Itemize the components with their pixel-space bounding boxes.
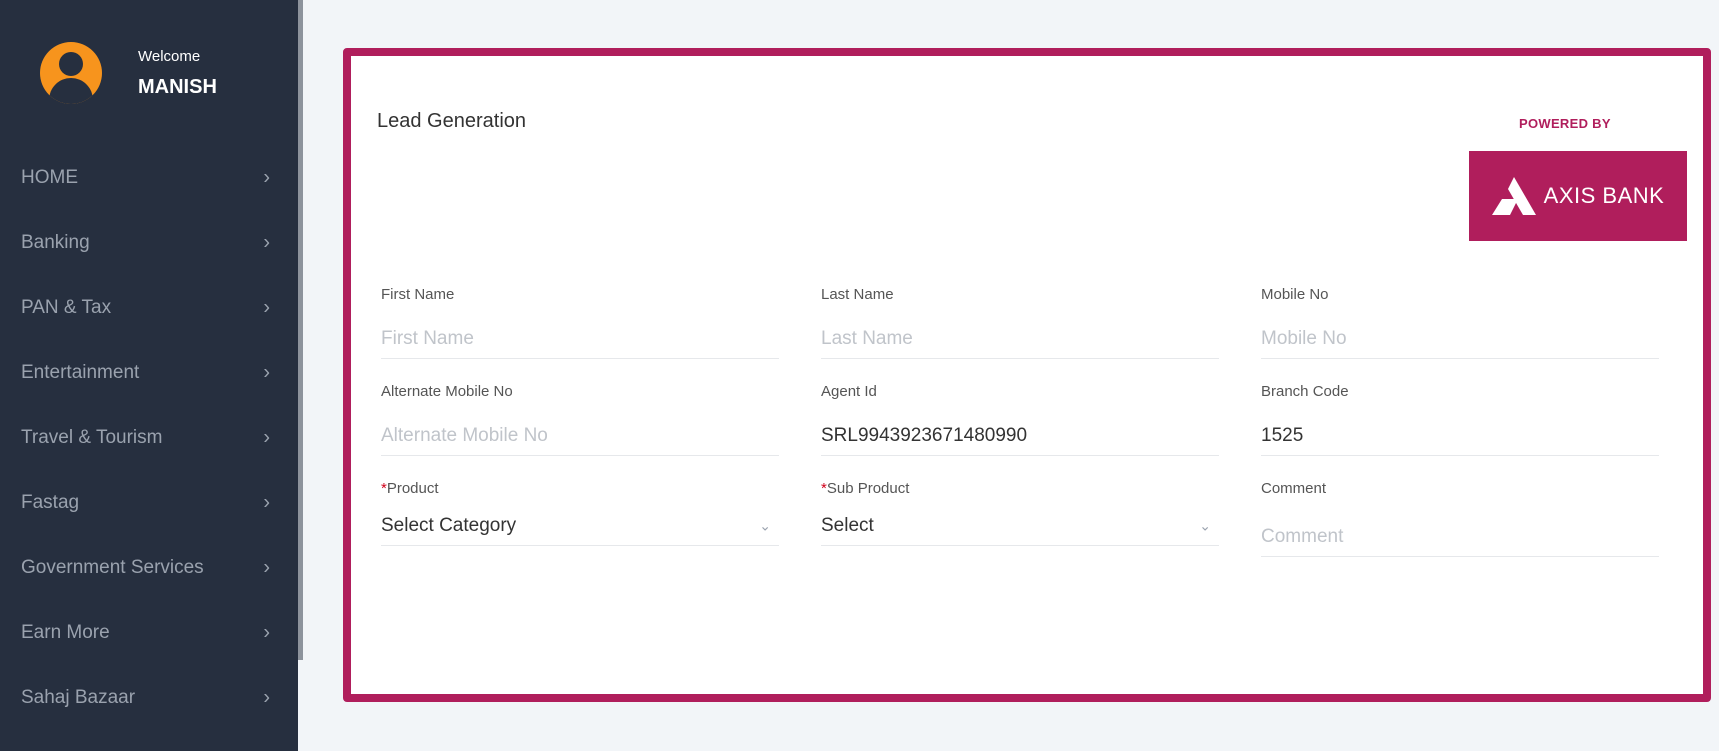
sidebar-item-label: Fastag bbox=[21, 491, 80, 513]
chevron-right-icon: › bbox=[263, 296, 270, 318]
chevron-right-icon: › bbox=[263, 621, 270, 643]
comment-field: Comment Comment bbox=[1261, 480, 1659, 557]
sidebar-item-label: Banking bbox=[21, 231, 90, 253]
sidebar-item-earn-more[interactable]: Earn More › bbox=[0, 600, 298, 665]
comment-input[interactable]: Comment bbox=[1261, 517, 1659, 557]
sub-product-select[interactable]: Select ⌄ bbox=[821, 506, 1219, 546]
sub-product-field: *Sub Product Select ⌄ bbox=[821, 480, 1219, 546]
last-name-label: Last Name bbox=[821, 286, 894, 303]
branch-code-input[interactable]: 1525 bbox=[1261, 416, 1659, 456]
alternate-mobile-field: Alternate Mobile No Alternate Mobile No bbox=[381, 383, 779, 456]
product-selected-value: Select Category bbox=[381, 514, 517, 536]
sub-product-label: *Sub Product bbox=[821, 480, 910, 497]
sidebar-item-entertainment[interactable]: Entertainment › bbox=[0, 340, 298, 405]
first-name-label: First Name bbox=[381, 286, 455, 303]
welcome-text: Welcome bbox=[138, 48, 201, 65]
chevron-down-icon: ⌄ bbox=[759, 517, 771, 533]
first-name-field: First Name First Name bbox=[381, 286, 779, 359]
sidebar-item-label: Government Services bbox=[21, 556, 204, 578]
lead-generation-card: Lead Generation POWERED BY AXIS BANK Fir… bbox=[343, 48, 1711, 702]
user-name: MANISH bbox=[138, 76, 217, 98]
last-name-input[interactable]: Last Name bbox=[821, 319, 1219, 359]
chevron-right-icon: › bbox=[263, 231, 270, 253]
mobile-input[interactable]: Mobile No bbox=[1261, 319, 1659, 359]
alternate-mobile-label: Alternate Mobile No bbox=[381, 383, 513, 400]
sidebar-item-label: Travel & Tourism bbox=[21, 426, 163, 448]
brand-name: AXIS BANK bbox=[1543, 183, 1665, 208]
mobile-label: Mobile No bbox=[1261, 286, 1329, 303]
sidebar-item-pan-tax[interactable]: PAN & Tax › bbox=[0, 275, 298, 340]
axis-bank-logo: AXIS BANK bbox=[1469, 151, 1687, 241]
chevron-right-icon: › bbox=[263, 556, 270, 578]
last-name-field: Last Name Last Name bbox=[821, 286, 1219, 359]
sidebar-item-fastag[interactable]: Fastag › bbox=[0, 470, 298, 535]
chevron-right-icon: › bbox=[263, 426, 270, 448]
branch-code-label: Branch Code bbox=[1261, 383, 1349, 400]
sidebar-item-label: Earn More bbox=[21, 621, 110, 643]
sidebar-item-label: HOME bbox=[21, 166, 78, 188]
sidebar-item-sahaj-bazaar[interactable]: Sahaj Bazaar › bbox=[0, 665, 298, 730]
sidebar-item-banking[interactable]: Banking › bbox=[0, 210, 298, 275]
product-label: *Product bbox=[381, 480, 439, 497]
mobile-field: Mobile No Mobile No bbox=[1261, 286, 1659, 359]
chevron-right-icon: › bbox=[263, 361, 270, 383]
agent-id-label: Agent Id bbox=[821, 383, 877, 400]
chevron-right-icon: › bbox=[263, 166, 270, 188]
product-select[interactable]: Select Category ⌄ bbox=[381, 506, 779, 546]
sub-product-selected-value: Select bbox=[821, 514, 874, 536]
comment-label: Comment bbox=[1261, 480, 1327, 497]
sidebar-item-home[interactable]: HOME › bbox=[0, 145, 298, 210]
agent-id-field: Agent Id SRL9943923671480990 bbox=[821, 383, 1219, 456]
sidebar-nav: HOME › Banking › PAN & Tax › Entertainme… bbox=[0, 145, 298, 730]
sidebar-item-label: PAN & Tax bbox=[21, 296, 112, 318]
branch-code-field: Branch Code 1525 bbox=[1261, 383, 1659, 456]
sidebar: Welcome MANISH HOME › Banking › PAN & Ta… bbox=[0, 0, 298, 751]
first-name-input[interactable]: First Name bbox=[381, 319, 779, 359]
page-title: Lead Generation bbox=[377, 110, 527, 132]
axis-bank-logo-icon bbox=[1491, 177, 1536, 215]
agent-id-input[interactable]: SRL9943923671480990 bbox=[821, 416, 1219, 456]
alternate-mobile-input[interactable]: Alternate Mobile No bbox=[381, 416, 779, 456]
sidebar-item-government-services[interactable]: Government Services › bbox=[0, 535, 298, 600]
chevron-right-icon: › bbox=[263, 491, 270, 513]
user-avatar-icon bbox=[40, 42, 102, 104]
product-field: *Product Select Category ⌄ bbox=[381, 480, 779, 546]
powered-by-label: POWERED BY bbox=[1519, 116, 1611, 131]
sidebar-item-label: Sahaj Bazaar bbox=[21, 686, 136, 708]
sidebar-item-label: Entertainment bbox=[21, 361, 140, 383]
sidebar-item-travel-tourism[interactable]: Travel & Tourism › bbox=[0, 405, 298, 470]
chevron-down-icon: ⌄ bbox=[1199, 517, 1211, 533]
chevron-right-icon: › bbox=[263, 686, 270, 708]
sidebar-scrollbar[interactable] bbox=[298, 0, 303, 660]
